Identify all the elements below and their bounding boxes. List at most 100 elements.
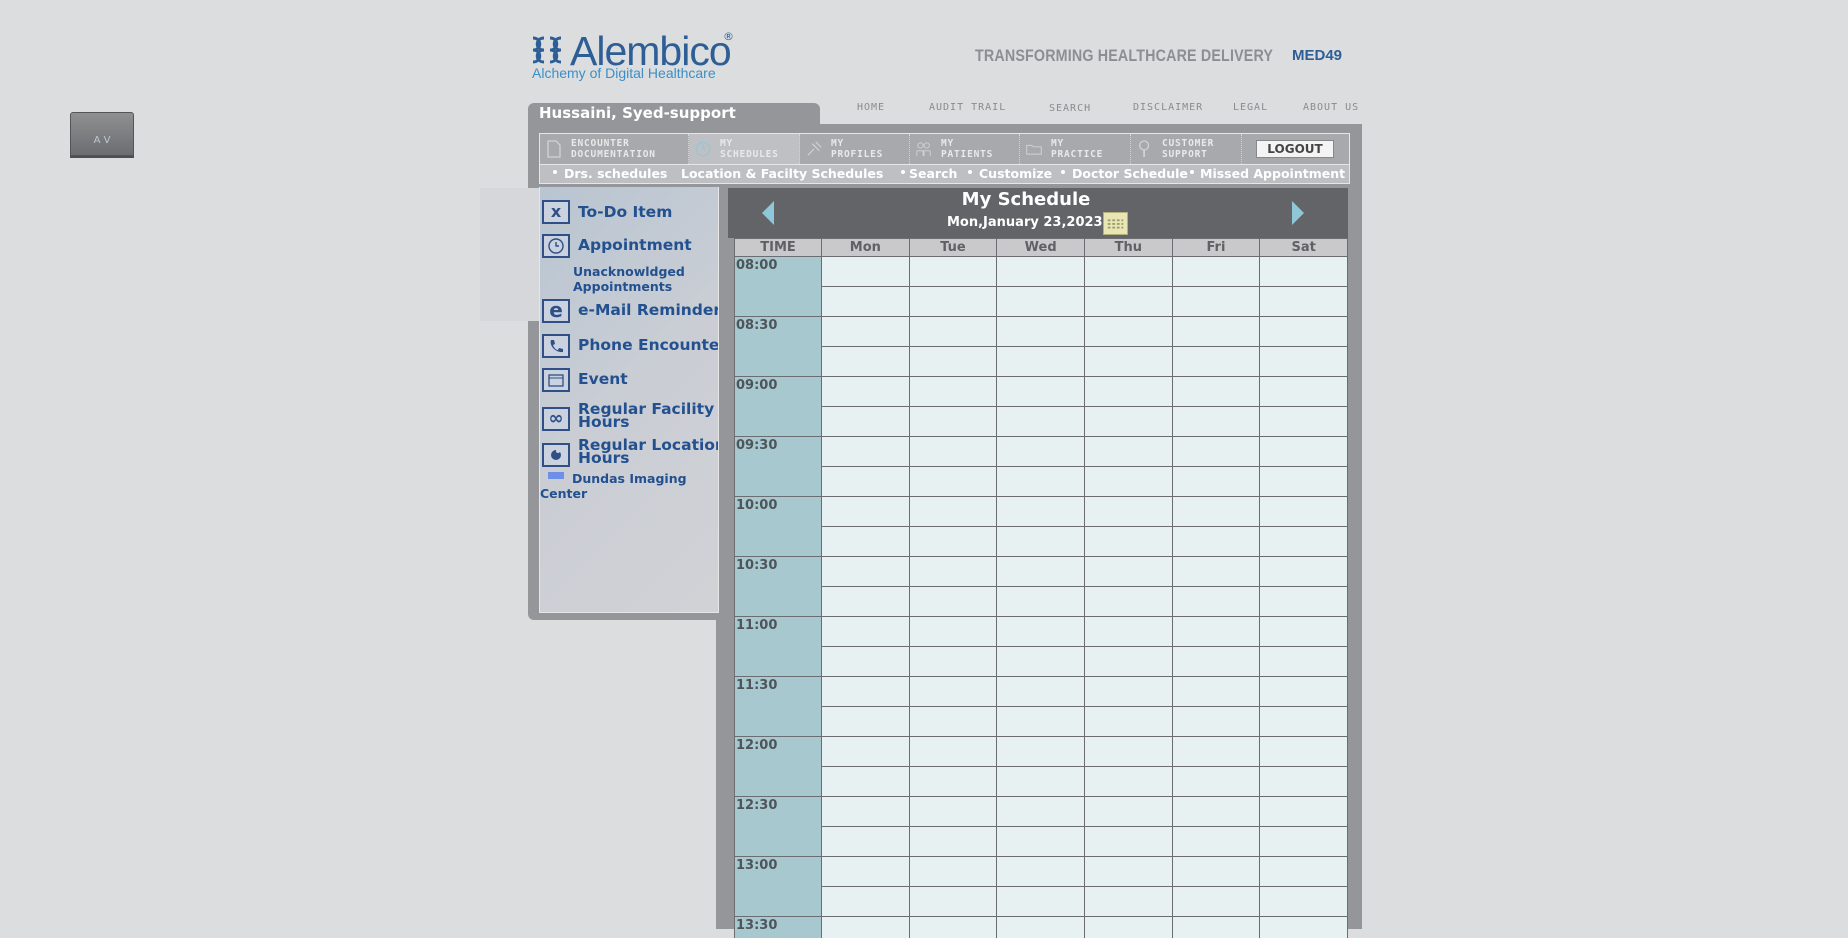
schedule-slot[interactable] — [1084, 287, 1172, 317]
dundas-imaging-center-line1[interactable]: Dundas Imaging — [572, 471, 687, 486]
schedule-slot[interactable] — [1172, 677, 1260, 707]
schedule-slot[interactable] — [1260, 917, 1348, 938]
schedule-slot[interactable] — [1084, 257, 1172, 287]
schedule-slot[interactable] — [1084, 917, 1172, 938]
nav-audit-trail[interactable]: AUDIT TRAIL — [929, 102, 1006, 113]
schedule-slot[interactable] — [1260, 617, 1348, 647]
schedule-slot[interactable] — [822, 527, 910, 557]
schedule-slot[interactable] — [1172, 437, 1260, 467]
schedule-slot[interactable] — [909, 437, 997, 467]
schedule-slot[interactable] — [1260, 467, 1348, 497]
subnav-search[interactable]: Search — [909, 166, 957, 181]
schedule-slot[interactable] — [822, 437, 910, 467]
subnav-doctor-schedule[interactable]: Doctor Schedule — [1072, 166, 1188, 181]
schedule-slot[interactable] — [1260, 677, 1348, 707]
schedule-slot[interactable] — [909, 587, 997, 617]
schedule-slot[interactable] — [997, 737, 1085, 767]
schedule-slot[interactable] — [1260, 797, 1348, 827]
schedule-slot[interactable] — [909, 707, 997, 737]
schedule-slot[interactable] — [1084, 527, 1172, 557]
schedule-slot[interactable] — [1084, 827, 1172, 857]
schedule-slot[interactable] — [1172, 917, 1260, 938]
schedule-slot[interactable] — [822, 827, 910, 857]
schedule-slot[interactable] — [822, 467, 910, 497]
schedule-slot[interactable] — [1084, 497, 1172, 527]
schedule-slot[interactable] — [997, 767, 1085, 797]
schedule-slot[interactable] — [1172, 497, 1260, 527]
tab-my-practice[interactable]: MY PRACTICE — [1020, 134, 1131, 164]
schedule-slot[interactable] — [1172, 587, 1260, 617]
schedule-slot[interactable] — [1084, 317, 1172, 347]
tab-my-profiles[interactable]: MY PROFILES — [800, 134, 910, 164]
schedule-slot[interactable] — [997, 377, 1085, 407]
schedule-slot[interactable] — [909, 647, 997, 677]
schedule-slot[interactable] — [822, 497, 910, 527]
schedule-slot[interactable] — [997, 617, 1085, 647]
tab-my-patients[interactable]: MY PATIENTS — [910, 134, 1020, 164]
schedule-slot[interactable] — [997, 407, 1085, 437]
schedule-slot[interactable] — [1260, 737, 1348, 767]
schedule-slot[interactable] — [822, 917, 910, 938]
schedule-slot[interactable] — [909, 257, 997, 287]
schedule-slot[interactable] — [997, 347, 1085, 377]
schedule-slot[interactable] — [997, 437, 1085, 467]
schedule-slot[interactable] — [1172, 467, 1260, 497]
schedule-slot[interactable] — [1260, 437, 1348, 467]
schedule-slot[interactable] — [909, 677, 997, 707]
schedule-slot[interactable] — [1172, 287, 1260, 317]
schedule-slot[interactable] — [997, 857, 1085, 887]
schedule-slot[interactable] — [1172, 347, 1260, 377]
schedule-slot[interactable] — [997, 497, 1085, 527]
schedule-slot[interactable] — [909, 377, 997, 407]
schedule-slot[interactable] — [1172, 557, 1260, 587]
schedule-slot[interactable] — [909, 317, 997, 347]
schedule-slot[interactable] — [1260, 527, 1348, 557]
schedule-slot[interactable] — [1260, 557, 1348, 587]
schedule-slot[interactable] — [1260, 377, 1348, 407]
schedule-slot[interactable] — [822, 887, 910, 917]
schedule-slot[interactable] — [822, 587, 910, 617]
schedule-slot[interactable] — [1260, 317, 1348, 347]
schedule-slot[interactable] — [997, 887, 1085, 917]
subnav-drs-schedules[interactable]: Drs. schedules — [564, 166, 667, 181]
schedule-slot[interactable] — [1172, 857, 1260, 887]
schedule-slot[interactable] — [1260, 707, 1348, 737]
nav-home[interactable]: HOME — [857, 102, 885, 113]
schedule-slot[interactable] — [1172, 767, 1260, 797]
schedule-slot[interactable] — [1084, 587, 1172, 617]
schedule-slot[interactable] — [909, 767, 997, 797]
schedule-slot[interactable] — [1084, 557, 1172, 587]
schedule-slot[interactable] — [909, 557, 997, 587]
schedule-slot[interactable] — [1084, 617, 1172, 647]
subnav-missed-appointment[interactable]: Missed Appointment — [1200, 166, 1345, 181]
schedule-slot[interactable] — [1260, 647, 1348, 677]
schedule-slot[interactable] — [909, 887, 997, 917]
schedule-slot[interactable] — [822, 677, 910, 707]
schedule-slot[interactable] — [997, 707, 1085, 737]
schedule-slot[interactable] — [1172, 707, 1260, 737]
schedule-slot[interactable] — [822, 797, 910, 827]
schedule-slot[interactable] — [1260, 407, 1348, 437]
schedule-slot[interactable] — [997, 467, 1085, 497]
schedule-slot[interactable] — [822, 557, 910, 587]
av-button[interactable]: A V — [70, 112, 134, 156]
logout-button[interactable]: LOGOUT — [1256, 140, 1334, 158]
schedule-slot[interactable] — [997, 317, 1085, 347]
schedule-slot[interactable] — [997, 587, 1085, 617]
schedule-slot[interactable] — [822, 617, 910, 647]
schedule-slot[interactable] — [909, 917, 997, 938]
schedule-slot[interactable] — [822, 377, 910, 407]
schedule-slot[interactable] — [1084, 737, 1172, 767]
schedule-slot[interactable] — [822, 347, 910, 377]
schedule-slot[interactable] — [909, 347, 997, 377]
nav-about-us[interactable]: ABOUT US — [1303, 102, 1359, 113]
dundas-imaging-center-line2[interactable]: Center — [540, 486, 587, 501]
schedule-slot[interactable] — [997, 257, 1085, 287]
subnav-location-facility-schedules[interactable]: Location & Facilty Schedules — [681, 166, 883, 181]
schedule-slot[interactable] — [822, 767, 910, 797]
schedule-slot[interactable] — [1084, 707, 1172, 737]
schedule-slot[interactable] — [909, 497, 997, 527]
schedule-slot[interactable] — [1260, 287, 1348, 317]
schedule-slot[interactable] — [1084, 887, 1172, 917]
schedule-slot[interactable] — [1260, 827, 1348, 857]
